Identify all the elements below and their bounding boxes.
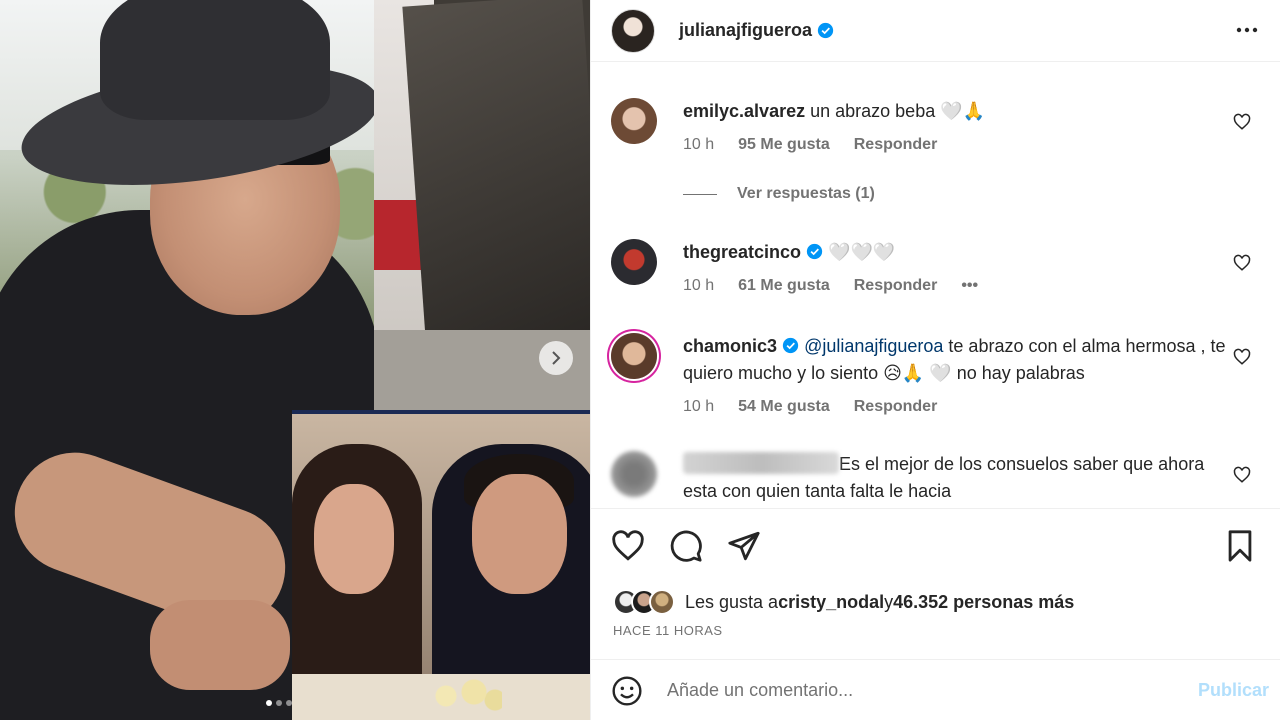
commenter-username-blurred[interactable]: [683, 452, 839, 474]
commenter-avatar-blurred[interactable]: [611, 451, 657, 497]
commenter-username[interactable]: thegreatcinco: [683, 242, 801, 262]
verified-icon: [806, 243, 823, 260]
carousel-dot[interactable]: [286, 700, 292, 706]
carousel-dot[interactable]: [276, 700, 282, 706]
comment-likes[interactable]: 61 Me gusta: [738, 272, 830, 299]
comment-mention[interactable]: @julianajfigueroa: [804, 336, 943, 356]
comment-input[interactable]: [667, 680, 1198, 701]
reply-button[interactable]: Responder: [854, 393, 938, 420]
likes-count[interactable]: 46.352 personas más: [893, 592, 1074, 613]
emoji-icon[interactable]: [611, 675, 643, 707]
heart-icon[interactable]: [1233, 348, 1251, 366]
replies-divider: [683, 193, 717, 195]
comment-meta: 10 h 95 Me gusta Responder: [683, 131, 1228, 158]
share-icon[interactable]: [727, 529, 761, 563]
comments-list[interactable]: emilyc.alvarez un abrazo beba 🤍🙏 10 h 95…: [591, 63, 1280, 508]
verified-icon: [817, 22, 834, 39]
post-time[interactable]: HACE 11 HORAS: [613, 623, 723, 638]
comment-likes[interactable]: 54 Me gusta: [738, 393, 830, 420]
comment-time[interactable]: 10 h: [683, 393, 714, 420]
view-replies-button[interactable]: Ver respuestas (1): [683, 185, 875, 203]
comment-likes[interactable]: 95 Me gusta: [738, 131, 830, 158]
comment-icon[interactable]: [669, 529, 703, 563]
likes-prefix: Les gusta a: [685, 591, 779, 612]
comment-time[interactable]: 10 h: [683, 131, 714, 158]
comment-meta: 10 h 54 Me gusta Responder: [683, 393, 1228, 420]
post-side-panel: julianajfigueroa emilyc.alvarez un abraz…: [590, 0, 1280, 720]
liker-avatars: [613, 589, 675, 615]
heart-icon[interactable]: [1233, 466, 1251, 484]
carousel-dot[interactable]: [266, 700, 272, 706]
likes-middle: y: [884, 591, 894, 612]
carousel-dots: [266, 700, 292, 706]
comment-more-options[interactable]: •••: [961, 272, 978, 299]
commenter-avatar[interactable]: [611, 239, 657, 285]
photo-couple: [292, 410, 590, 720]
reply-button[interactable]: Responder: [854, 272, 938, 299]
heart-icon[interactable]: [1233, 113, 1251, 131]
save-icon[interactable]: [1223, 529, 1257, 563]
likes-summary: Les gusta a cristy_nodal y 46.352 person…: [613, 589, 1074, 615]
post-media[interactable]: [0, 0, 590, 720]
post-header: julianajfigueroa: [591, 0, 1280, 62]
commenter-username[interactable]: chamonic3: [683, 336, 777, 356]
comment-text: 🤍🤍🤍: [828, 242, 896, 262]
commenter-username[interactable]: emilyc.alvarez: [683, 101, 805, 121]
action-icons: [611, 529, 761, 563]
liker-username[interactable]: cristy_nodal: [778, 592, 884, 613]
view-replies-label: Ver respuestas (1): [737, 185, 875, 202]
comment-time[interactable]: 10 h: [683, 272, 714, 299]
reply-button[interactable]: Responder: [854, 131, 938, 158]
verified-icon: [782, 337, 799, 354]
more-options-icon[interactable]: [1235, 20, 1259, 40]
commenter-avatar-story[interactable]: [611, 333, 657, 379]
liker-avatar[interactable]: [649, 589, 675, 615]
comment-meta: 10 h 61 Me gusta Responder •••: [683, 272, 1228, 299]
heart-icon[interactable]: [611, 529, 645, 563]
author-username[interactable]: julianajfigueroa: [679, 20, 812, 41]
publish-button[interactable]: Publicar: [1198, 680, 1269, 701]
next-arrow-icon: [552, 351, 561, 365]
add-comment-bar: Publicar: [591, 659, 1280, 720]
heart-icon[interactable]: [1233, 254, 1251, 272]
commenter-avatar[interactable]: [611, 98, 657, 144]
carousel-next-button[interactable]: [539, 341, 573, 375]
comment-text: un abrazo beba 🤍🙏: [810, 101, 986, 121]
post-actions: Les gusta a cristy_nodal y 46.352 person…: [591, 508, 1280, 720]
author-avatar[interactable]: [611, 8, 655, 53]
